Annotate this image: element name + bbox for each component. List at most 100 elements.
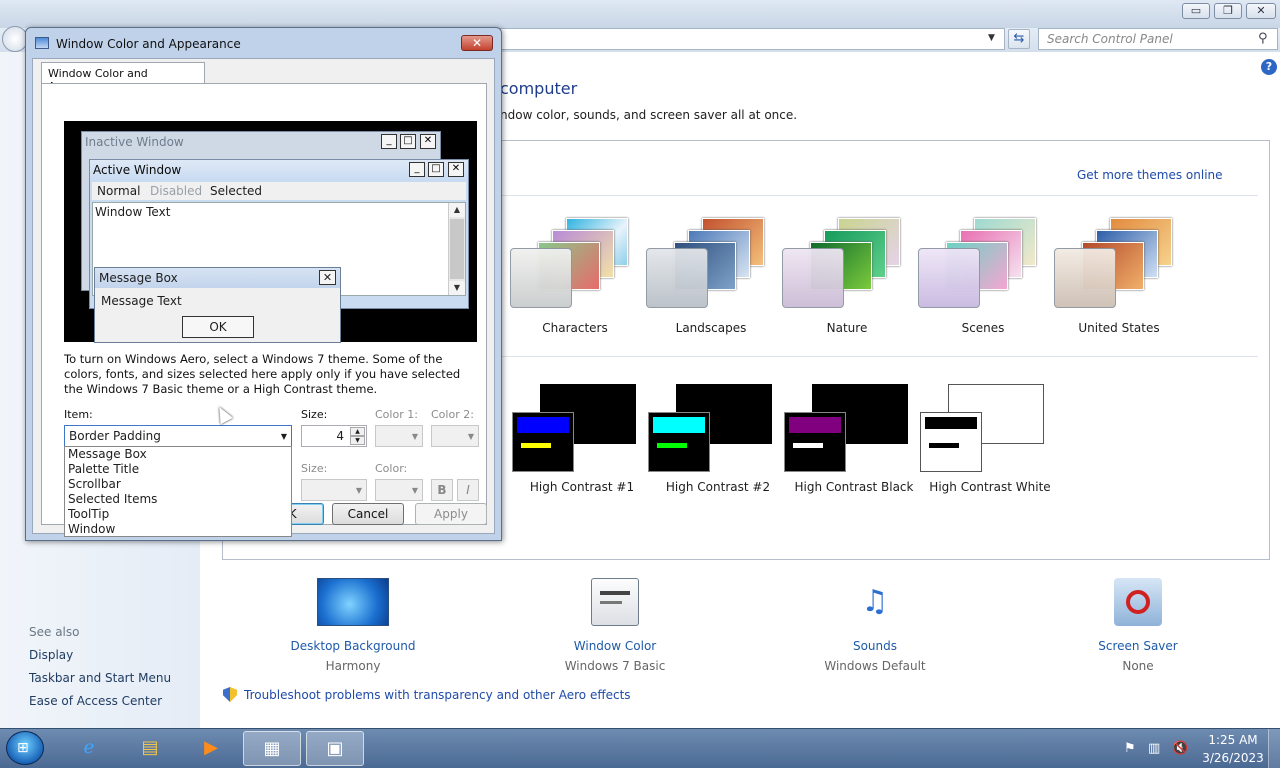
preview-scrollbar[interactable]: ▲ ▼ <box>448 203 465 295</box>
refresh-button[interactable]: ⇆ <box>1008 29 1030 49</box>
volume-muted-icon[interactable]: 🔇 <box>1172 741 1188 756</box>
item-option[interactable]: Message Box <box>65 447 291 462</box>
clock-date[interactable]: 3/26/2023 <box>1197 751 1269 765</box>
bold-button[interactable]: B <box>431 479 453 501</box>
control-panel-titlebar <box>0 0 1280 28</box>
preview-menu-selected[interactable]: Selected <box>210 184 262 198</box>
sounds-link[interactable]: Sounds <box>790 639 960 653</box>
spin-down-icon[interactable]: ▼ <box>350 436 365 445</box>
item-option[interactable]: Selected Items <box>65 492 291 507</box>
item-option[interactable]: Window <box>65 522 291 537</box>
theme-thumbnail <box>1054 216 1184 316</box>
preview-menu-disabled[interactable]: Disabled <box>150 184 202 198</box>
taskbar-control-panel[interactable]: ▦ <box>243 731 301 766</box>
search-input[interactable]: Search Control Panel <box>1038 28 1278 50</box>
control-panel-icon: ▦ <box>263 738 281 759</box>
preview-menu-normal[interactable]: Normal <box>97 184 140 198</box>
color1-picker[interactable]: ▼ <box>375 425 423 447</box>
size-spinner[interactable]: 4 ▲ ▼ <box>301 425 367 447</box>
page-description: ndow color, sounds, and screen saver all… <box>500 108 798 122</box>
theme-thumbnail <box>918 216 1048 316</box>
maximize-button[interactable]: ❐ <box>1214 3 1242 19</box>
see-also-display-link[interactable]: Display <box>29 648 73 662</box>
window-color-icon: ▣ <box>326 738 344 759</box>
dialog-body: Window Color and Appearance Inactive Win… <box>32 58 495 537</box>
theme-thumbnail <box>510 216 640 316</box>
theme-characters[interactable]: Characters <box>510 216 640 335</box>
font-size-dropdown[interactable]: ▼ <box>301 479 367 501</box>
chevron-down-icon: ▼ <box>280 432 287 441</box>
preview-ok-button[interactable]: OK <box>182 316 254 338</box>
dialog-title: Window Color and Appearance <box>56 37 241 51</box>
theme-united-states[interactable]: United States <box>1054 216 1184 335</box>
folder-icon: ▤ <box>141 737 159 758</box>
preview-message-box[interactable]: Message Box ✕ Message Text OK <box>94 267 341 343</box>
preview-close-icon: ✕ <box>448 162 464 177</box>
taskbar-media-player[interactable]: ▶ <box>182 731 240 766</box>
sounds-value: Windows Default <box>824 659 926 673</box>
scroll-up-icon: ▲ <box>449 203 465 217</box>
see-also-taskbar-link[interactable]: Taskbar and Start Menu <box>29 671 171 685</box>
window-color-link[interactable]: Window Color <box>530 639 700 653</box>
theme-name: Nature <box>826 321 868 335</box>
cancel-button[interactable]: Cancel <box>332 503 404 525</box>
help-icon[interactable]: ? <box>1261 59 1277 75</box>
item-dropdown-list[interactable]: Message Box Palette Title Scrollbar Sele… <box>64 446 292 537</box>
see-also-title: See also <box>29 625 80 639</box>
item-option[interactable]: Palette Title <box>65 462 291 477</box>
theme-scenes[interactable]: Scenes <box>918 216 1048 335</box>
color1-label: Color 1: <box>375 408 418 421</box>
search-icon[interactable]: ⚲ <box>1258 31 1268 46</box>
taskbar-file-explorer[interactable]: ▤ <box>121 731 179 766</box>
clock-time[interactable]: 1:25 AM <box>1205 733 1261 747</box>
screen-saver-item[interactable]: Screen Saver None <box>1053 578 1223 673</box>
sounds-item[interactable]: ♫ Sounds Windows Default <box>790 578 960 673</box>
tab-window-color-appearance[interactable]: Window Color and Appearance <box>41 62 205 93</box>
theme-name: Landscapes <box>675 321 747 335</box>
item-option[interactable]: ToolTip <box>65 507 291 522</box>
chevron-down-icon: ▼ <box>411 486 418 495</box>
aero-note-text: To turn on Windows Aero, select a Window… <box>64 352 461 396</box>
separator <box>500 356 1258 357</box>
address-dropdown-icon[interactable]: ▼ <box>988 33 995 43</box>
color2-picker[interactable]: ▼ <box>431 425 479 447</box>
taskbar-window-color[interactable]: ▣ <box>306 731 364 766</box>
spin-up-icon[interactable]: ▲ <box>350 427 365 436</box>
item-dropdown[interactable]: Border Padding ▼ <box>64 425 292 447</box>
dialog-close-button[interactable]: ✕ <box>461 35 493 51</box>
show-desktop-button[interactable] <box>1268 729 1280 768</box>
scroll-thumb <box>450 219 464 279</box>
theme-landscapes[interactable]: Landscapes <box>646 216 776 335</box>
appearance-preview[interactable]: Inactive Window _ □ ✕ Active Window _ □ … <box>64 121 477 343</box>
address-bar[interactable] <box>500 28 1005 50</box>
chevron-down-icon: ▼ <box>467 432 474 441</box>
see-also-ease-of-access-link[interactable]: Ease of Access Center <box>29 694 162 708</box>
tab-panel: Inactive Window _ □ ✕ Active Window _ □ … <box>41 83 487 537</box>
troubleshoot-link[interactable]: Troubleshoot problems with transparency … <box>244 688 631 702</box>
taskbar-internet-explorer[interactable]: ℯ <box>60 731 118 766</box>
sounds-icon: ♫ <box>861 584 889 619</box>
font-color-picker[interactable]: ▼ <box>375 479 423 501</box>
network-icon[interactable]: ▥ <box>1148 741 1160 756</box>
screen-saver-link[interactable]: Screen Saver <box>1053 639 1223 653</box>
desktop-background-item[interactable]: Desktop Background Harmony <box>268 578 438 673</box>
item-label: Item: <box>64 408 93 421</box>
start-button[interactable]: ⊞ <box>6 731 44 765</box>
window-color-item[interactable]: Window Color Windows 7 Basic <box>530 578 700 673</box>
minimize-button[interactable]: ▭ <box>1182 3 1210 19</box>
action-center-flag-icon[interactable]: ⚑ <box>1124 741 1136 756</box>
theme-nature[interactable]: Nature <box>782 216 912 335</box>
apply-button[interactable]: Apply <box>415 503 487 525</box>
window-color-app-icon <box>35 37 49 49</box>
item-dropdown-value: Border Padding <box>69 429 161 443</box>
get-more-themes-link[interactable]: Get more themes online <box>1077 168 1223 182</box>
size-label: Size: <box>301 408 328 421</box>
close-button[interactable]: ✕ <box>1246 3 1276 19</box>
item-option[interactable]: Scrollbar <box>65 477 291 492</box>
font-color-label: Color: <box>375 462 408 475</box>
color2-label: Color 2: <box>431 408 474 421</box>
italic-button[interactable]: I <box>457 479 479 501</box>
preview-minimize-icon: _ <box>409 162 425 177</box>
desktop-background-link[interactable]: Desktop Background <box>268 639 438 653</box>
preview-minimize-icon: _ <box>381 134 397 149</box>
